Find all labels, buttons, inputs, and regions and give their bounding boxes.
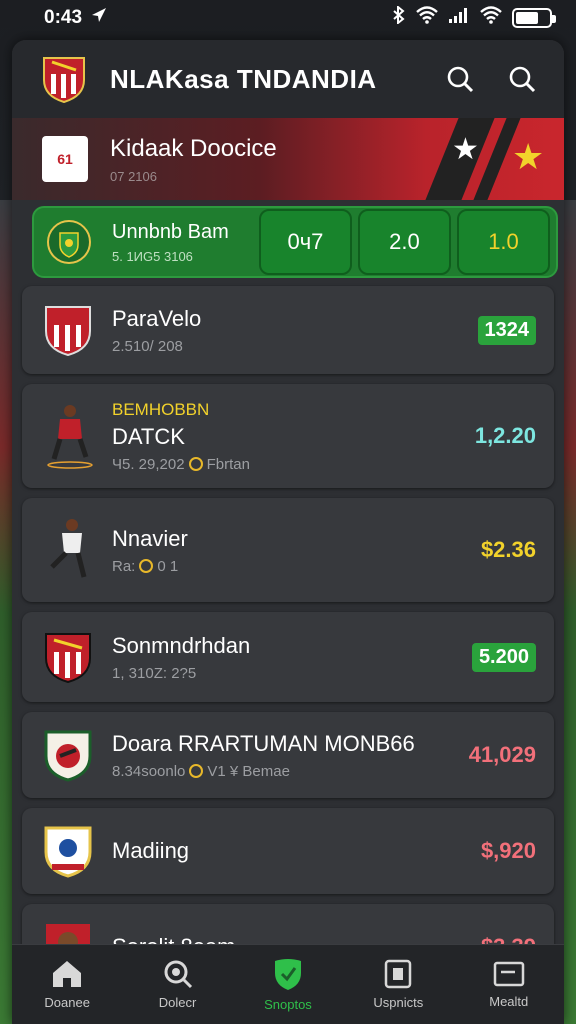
status-time: 0:43 xyxy=(44,7,83,28)
item-subtitle: 1, 310Z: 2?5 xyxy=(112,664,197,682)
list-item[interactable]: Sonmndrhdan 1, 310Z: 2?5 5.200 xyxy=(22,612,554,702)
item-value: $,920 xyxy=(480,838,536,863)
item-subtitle: Ra: xyxy=(112,557,136,575)
item-extra: 0 1 xyxy=(157,557,179,575)
status-bar: 0:43 xyxy=(0,0,576,36)
item-value: 1,2.20 xyxy=(474,423,536,448)
item-title: ParaVelo xyxy=(112,305,202,331)
list-item[interactable]: BEMHOBBN DATCK Ч5. 29,202 Fbrtan 1,2.20 xyxy=(22,384,554,488)
wifi-icon xyxy=(416,6,438,30)
nav-label: Dolecr xyxy=(158,995,197,1010)
search-button[interactable] xyxy=(438,57,482,101)
search-icon xyxy=(164,960,192,989)
featured-subtitle: 07 2106 xyxy=(110,168,157,184)
match-odds-row: Unnbnb Bam 5. 1ИG5 3106 0ч7 2.0 1.0 xyxy=(32,206,558,278)
list-item[interactable]: Madiing $,920 xyxy=(22,808,554,894)
location-icon xyxy=(90,6,108,30)
item-extra: V1 ¥ Bemae xyxy=(207,762,290,780)
app-window: NLAKasa TNDANDIA 61 Kidaak Doocice 07 21… xyxy=(12,40,564,1024)
odds-draw-button[interactable]: 2.0 xyxy=(357,209,451,275)
nav-home[interactable]: Doanee xyxy=(17,959,117,1010)
nav-search[interactable]: Dolecr xyxy=(128,959,228,1010)
star-icon: ★ xyxy=(452,133,479,166)
item-subtitle-row: Ra: 0 1 xyxy=(112,558,481,575)
item-title: DATCK xyxy=(112,423,185,449)
item-value: 1324 xyxy=(477,315,536,345)
coin-icon xyxy=(189,764,204,778)
nav-account[interactable]: Mealtd xyxy=(459,960,559,1009)
list-item[interactable]: Doara RRARTUMAN MONB66 8.34soonlo V1 ¥ B… xyxy=(22,712,554,798)
nav-sports[interactable]: Snoptos xyxy=(238,957,338,1012)
featured-title: Kidaak Doocice xyxy=(110,134,277,162)
item-title: Sonmndrhdan xyxy=(112,632,251,658)
nav-label: Mealtd xyxy=(489,994,529,1009)
item-subtitle: Ч5. 29,202 xyxy=(112,455,185,473)
nav-label: Doanee xyxy=(44,995,90,1010)
odds-home-button[interactable]: 0ч7 xyxy=(258,209,352,275)
item-subtitle-row: 8.34soonlo V1 ¥ Bemae xyxy=(112,763,469,780)
club-crest-icon xyxy=(44,730,92,782)
match-list: ParaVelo 2.510/ 208 1324 BEMHOBBN DATCK … xyxy=(12,278,564,990)
app-header: NLAKasa TNDANDIA xyxy=(12,40,564,118)
odds-team-subtitle: 5. 1ИG5 3106 xyxy=(112,248,193,264)
featured-logo-text: 61 xyxy=(57,151,73,167)
odds-away-button[interactable]: 1.0 xyxy=(456,209,550,275)
star-icon: ★ xyxy=(512,136,545,177)
coin-icon xyxy=(188,457,203,471)
search-icon xyxy=(447,66,474,93)
item-value: 41,029 xyxy=(468,742,536,767)
bluetooth-icon xyxy=(392,4,406,30)
nav-label: Snoptos xyxy=(264,997,312,1012)
wifi-icon-2 xyxy=(480,6,502,30)
battery-icon xyxy=(512,8,556,28)
home-icon xyxy=(53,961,82,987)
player-icon xyxy=(50,519,87,578)
item-extra: Fbrtan xyxy=(206,455,250,473)
club-crest-icon xyxy=(47,220,91,264)
app-title: NLAKasa TNDANDIA xyxy=(110,63,377,94)
club-crest-icon xyxy=(45,633,91,684)
ticket-icon xyxy=(385,959,412,989)
club-crest-icon xyxy=(44,826,92,878)
item-title: Nnavier xyxy=(112,525,188,551)
odds-team[interactable]: Unnbnb Bam 5. 1ИG5 3106 xyxy=(34,219,259,265)
list-item[interactable]: ParaVelo 2.510/ 208 1324 xyxy=(22,286,554,374)
coin-icon xyxy=(139,559,154,573)
item-value: $2.36 xyxy=(480,537,536,562)
nav-label: Uspnicts xyxy=(373,995,424,1010)
featured-logo: 61 xyxy=(42,136,88,182)
shield-check-icon xyxy=(274,959,301,990)
signal-icon xyxy=(448,6,470,30)
nav-bets[interactable]: Uspnicts xyxy=(348,959,448,1010)
search-icon xyxy=(509,66,536,93)
club-crest-icon xyxy=(45,306,91,357)
search-button-secondary[interactable] xyxy=(500,57,544,101)
player-icon xyxy=(47,405,93,469)
item-title: Doara RRARTUMAN MONB66 xyxy=(112,730,415,756)
wallet-icon xyxy=(493,961,524,987)
featured-banner[interactable]: 61 Kidaak Doocice 07 2106 ★ ★ xyxy=(12,118,564,200)
club-crest-icon xyxy=(43,57,85,104)
item-subtitle: 8.34soonlo xyxy=(112,762,186,780)
item-title: Madiing xyxy=(112,838,190,863)
item-value: 5.200 xyxy=(471,642,536,672)
odds-team-name: Unnbnb Bam xyxy=(112,220,229,243)
item-subtitle-row: Ч5. 29,202 Fbrtan xyxy=(112,456,475,473)
bottom-navigation: Doanee Dolecr Snoptos Uspnicts Mealtd xyxy=(12,944,564,1024)
item-tag: BEMHOBBN xyxy=(112,399,210,419)
item-subtitle: 2.510/ 208 xyxy=(112,337,183,355)
list-item[interactable]: Nnavier Ra: 0 1 $2.36 xyxy=(22,498,554,602)
